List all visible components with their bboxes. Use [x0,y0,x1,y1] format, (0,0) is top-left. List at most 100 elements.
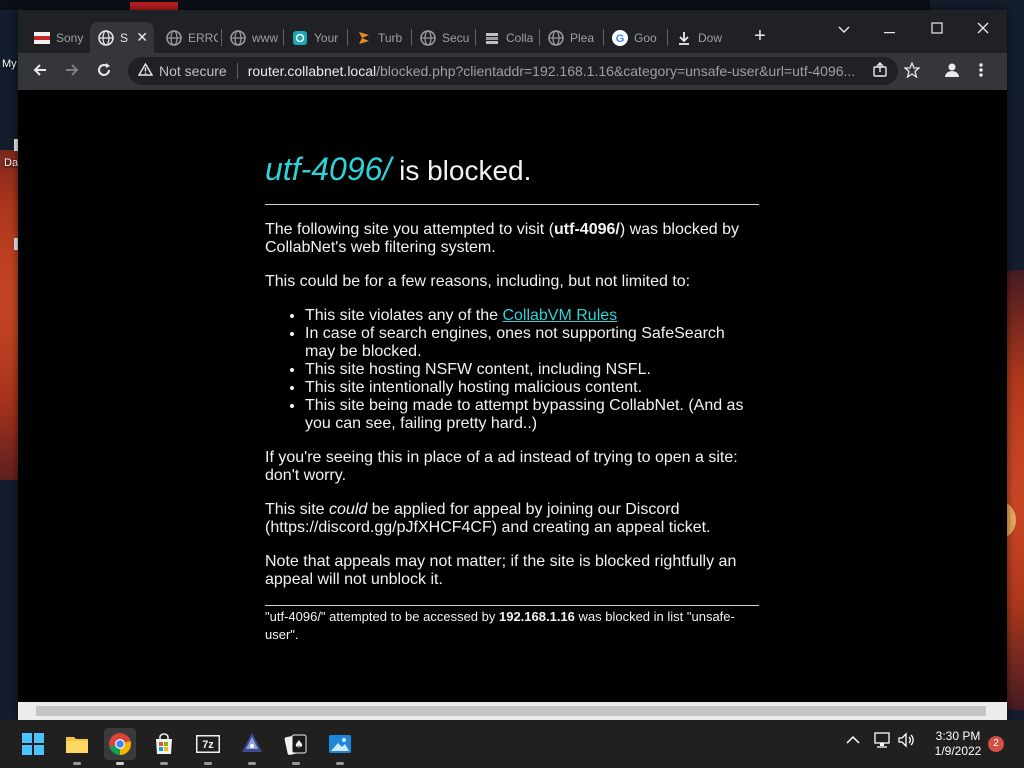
list-item: In case of search engines, ones not supp… [305,325,759,361]
intro-site-name: utf-4096/ [554,221,620,238]
list-item: This site violates any of the CollabVM R… [305,307,759,325]
appeal-emphasis: could [329,501,368,518]
desktop-icon-label-my[interactable]: My [2,58,17,70]
share-icon[interactable] [872,62,888,83]
tab-your[interactable]: Your [284,22,344,53]
scrollbar-thumb[interactable] [36,706,986,716]
google-icon: G [612,29,628,46]
taskbar-clock[interactable]: 3:30 PM 1/9/2022 [928,729,988,759]
tab-security[interactable]: Secu [412,22,472,53]
notification-badge[interactable]: 2 [988,736,1004,752]
back-arrow-icon[interactable] [26,58,54,86]
collabvm-rules-link[interactable]: CollabVM Rules [502,307,617,324]
client-ip: 192.168.1.16 [498,609,575,624]
security-status-label[interactable]: Not secure [159,63,227,79]
close-tab-icon[interactable]: ✕ [136,29,148,46]
url-host: router.collabnet.local [247,63,377,79]
tab-title: ERRO [188,30,218,45]
forward-arrow-icon[interactable] [58,58,86,86]
tab-active[interactable]: S ✕ [90,22,154,53]
tab-title: Goo [634,30,657,45]
start-windows-icon[interactable] [17,728,49,760]
url-path: /blocked.php?clientaddr=192.168.1.16&cat… [376,63,856,79]
tb-dot [116,762,124,765]
collab-icon [484,30,500,46]
footer-text: "utf-4096/" attempted to be accessed by [265,609,499,624]
bookmark-star-icon[interactable] [903,61,921,83]
appeal-paragraph: This site could be applied for appeal by… [265,501,759,537]
sony-favicon-icon [34,30,50,46]
tab-title: Colla [506,30,534,45]
tab-sony[interactable]: Sony [26,22,86,53]
clock-date: 1/9/2022 [934,744,982,758]
minimize-icon[interactable] [867,14,913,44]
tab-google[interactable]: G Goo [604,22,664,53]
menu-kebab-icon[interactable] [978,62,984,83]
photos-icon[interactable] [324,728,356,765]
page-viewport: utf-4096/ is blocked. The following site… [18,90,1007,702]
maximize-icon[interactable] [914,14,960,44]
intro-text: The following site you attempted to visi… [265,221,555,238]
block-footer: "utf-4096/" attempted to be accessed by … [265,605,759,644]
profile-icon[interactable] [944,62,960,83]
volume-icon[interactable] [898,732,916,752]
tab-collab[interactable]: Colla [476,22,536,53]
clock-time: 3:30 PM [935,729,981,743]
reload-icon[interactable] [90,58,118,86]
network-icon[interactable] [874,732,892,752]
tb-dot [292,762,300,765]
tab-title: Secu [442,30,470,45]
teal-app-icon [292,30,308,46]
address-bar[interactable]: Not secure router.collabnet.local/blocke… [128,57,898,85]
desktop-icon-label-da[interactable]: Da [4,157,18,169]
solitaire-icon[interactable]: ♠ [280,728,312,765]
reasons-intro: This could be for a few reasons, includi… [265,273,691,290]
tb-dot [248,762,256,765]
taskbar: 7z ♠ 3:30 PM 1/9/2022 2 [0,720,1024,768]
tb-dot [160,762,168,765]
svg-text:G: G [616,33,625,45]
tab-strip: Sony S ✕ ERRO www Your Turb Secu [18,10,1007,53]
tab-search-chevron-icon[interactable] [821,14,867,44]
tab-title: www [252,30,278,45]
tab-turbo[interactable]: Turb [348,22,408,53]
title-divider [265,204,759,205]
svg-text:♠: ♠ [294,738,304,751]
download-icon [676,30,692,46]
file-explorer-icon[interactable] [61,728,93,765]
omnibox-divider [236,63,238,79]
list-item: This site hosting NSFW content, includin… [305,361,759,379]
tab-download[interactable]: Dow [668,22,732,53]
tb-dot [336,762,344,765]
tab-please[interactable]: Plea [540,22,600,53]
background-window-strip [0,0,930,10]
tab-title: Plea [570,30,595,45]
tab-title: Your [314,30,339,45]
store-icon[interactable] [148,728,180,765]
show-hidden-icons-chevron-icon[interactable] [846,732,860,749]
intro-paragraph: The following site you attempted to visi… [265,221,759,257]
tab-error[interactable]: ERRO [158,22,218,53]
globe-icon [548,29,564,46]
tb-dot [73,762,81,765]
tab-title: Sony [56,30,84,45]
close-window-icon[interactable] [960,14,1006,44]
tab-title: Dow [698,30,723,45]
globe-icon [166,29,182,46]
warning-triangle-icon[interactable] [137,62,154,79]
7zip-icon[interactable]: 7z [192,728,224,765]
page-title: utf-4096/ is blocked. [265,152,759,188]
reason-text: This site violates any of the [305,307,503,324]
appeal-note-paragraph: Note that appeals may not matter; if the… [265,553,737,588]
chrome-icon[interactable] [104,728,136,765]
tab-title: S [120,30,129,45]
new-tab-plus-icon[interactable]: + [748,24,772,48]
globe-icon [230,29,246,46]
inkscape-icon[interactable] [236,728,268,765]
turbo-icon [356,30,372,46]
horizontal-scrollbar[interactable] [18,702,1007,720]
tab-title: Turb [378,30,403,45]
reasons-list: This site violates any of the CollabVM R… [305,307,759,433]
list-item: This site being made to attempt bypassin… [305,397,759,433]
tab-www[interactable]: www [222,22,280,53]
